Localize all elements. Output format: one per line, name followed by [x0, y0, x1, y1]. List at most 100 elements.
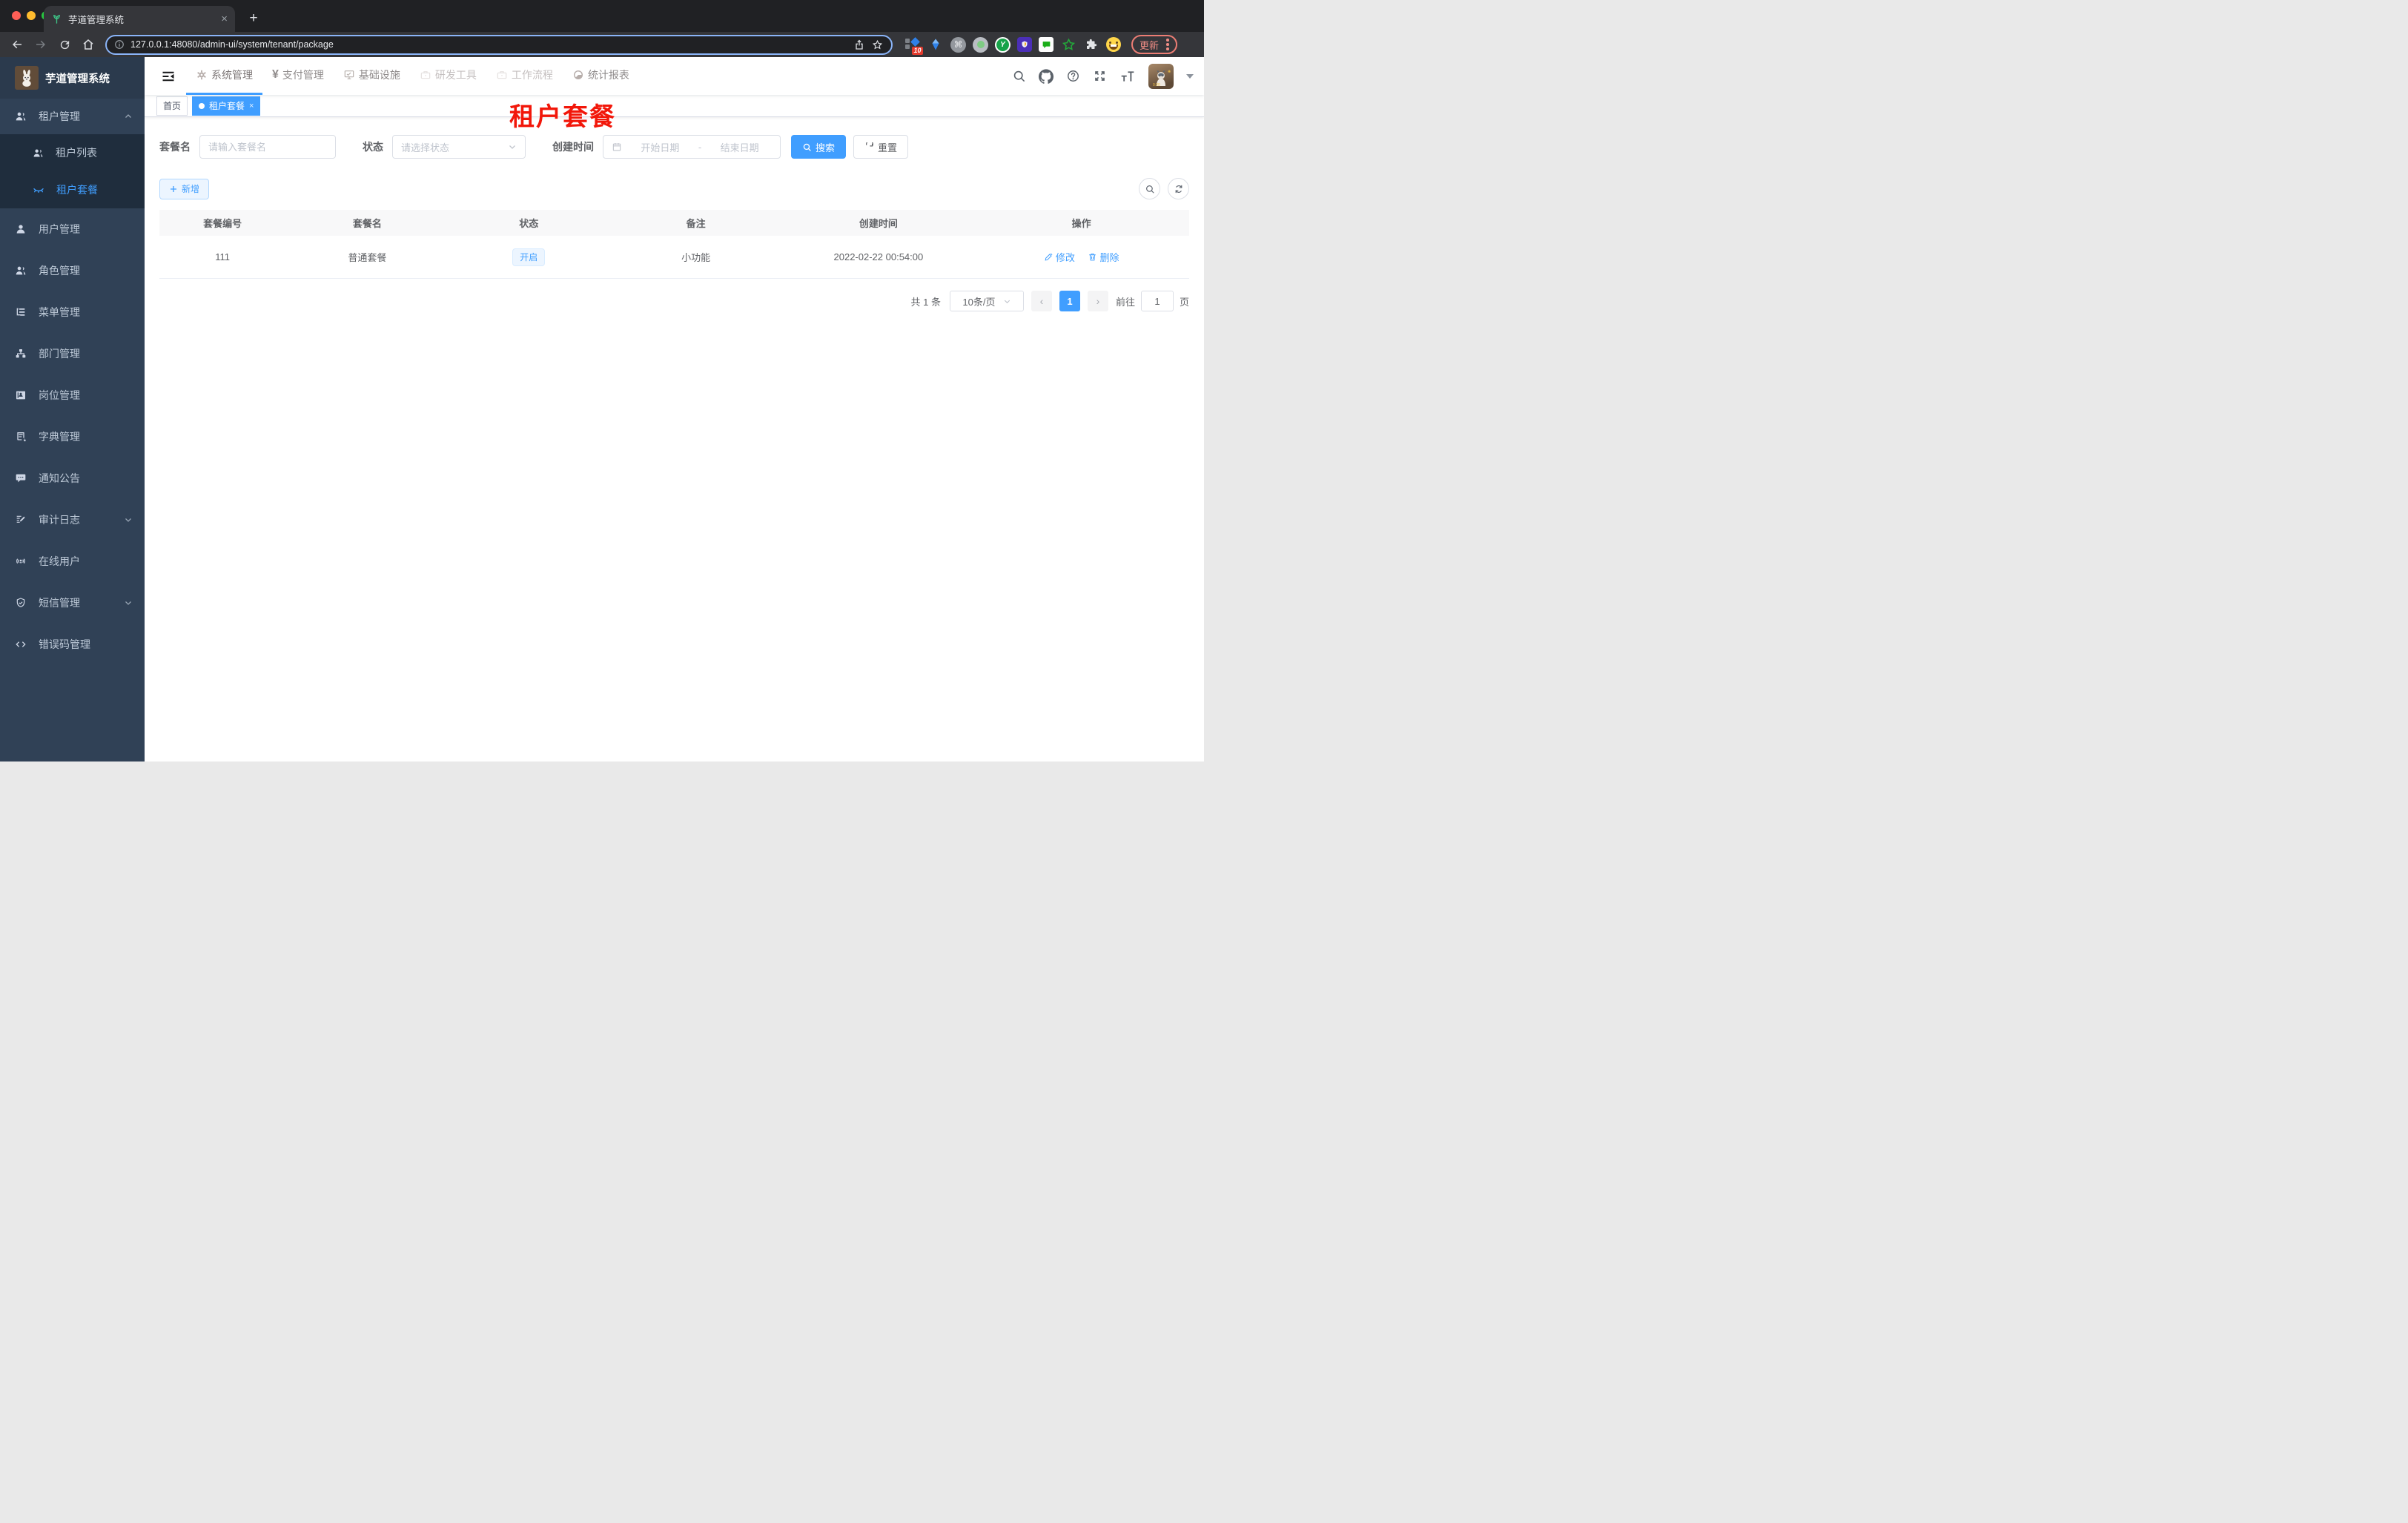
sidebar-item-role-management[interactable]: 角色管理	[0, 250, 145, 291]
extensions-row: 10 ⌘ Y	[904, 36, 1121, 55]
current-page-button[interactable]: 1	[1059, 291, 1080, 311]
forward-button[interactable]	[31, 35, 50, 54]
extension-shield-icon[interactable]	[1017, 37, 1032, 52]
search-button[interactable]: 搜索	[791, 135, 847, 159]
date-end-placeholder: 结束日期	[720, 142, 759, 153]
sidebar-item-sms-management[interactable]: 短信管理	[0, 582, 145, 624]
sidebar-item-audit-log[interactable]: 审计日志	[0, 499, 145, 541]
font-size-button[interactable]	[1119, 69, 1136, 84]
sidebar-item-menu-management[interactable]: 菜单管理	[0, 291, 145, 333]
sidebar-item-dept-management[interactable]: 部门管理	[0, 333, 145, 374]
sidebar-item-dict-management[interactable]: 字典管理	[0, 416, 145, 457]
tag-home[interactable]: 首页	[156, 96, 188, 116]
back-arrow-icon	[13, 40, 22, 49]
topnav-item-infrastructure[interactable]: 基础设施	[334, 57, 410, 95]
topnav-item-payment[interactable]: ¥ 支付管理	[262, 57, 334, 95]
toggle-search-button[interactable]	[1139, 178, 1160, 199]
user-avatar[interactable]: ❋ 0:20	[1148, 63, 1174, 89]
topnav-item-reports[interactable]: 统计报表	[563, 57, 639, 95]
extension-tiles-icon[interactable]: 10	[904, 36, 923, 55]
cell-remark: 小功能	[681, 252, 711, 263]
pencil-icon	[1045, 253, 1053, 261]
add-button[interactable]: 新增	[159, 178, 210, 199]
tenant-package-icon	[33, 188, 44, 193]
extension-emoji-icon[interactable]	[1106, 37, 1121, 52]
topnav-item-dev-tools[interactable]: 研发工具	[410, 57, 486, 95]
reset-button[interactable]: 重置	[853, 135, 909, 159]
delete-link[interactable]: 删除	[1088, 250, 1119, 264]
url-bar[interactable]: 127.0.0.1:48080/admin-ui/system/tenant/p…	[105, 34, 893, 55]
column-header-status: 状态	[519, 218, 539, 229]
sidebar-item-post-management[interactable]: 岗位管理	[0, 374, 145, 416]
page-size-select[interactable]: 10条/页	[949, 291, 1024, 311]
browser-tab[interactable]: 芋道管理系统 ×	[44, 6, 235, 32]
extension-chat-icon[interactable]	[1039, 37, 1054, 52]
org-tree-icon	[16, 349, 26, 358]
extension-gem-icon[interactable]	[927, 36, 944, 53]
sidebar-item-tenant-list[interactable]: 租户列表	[0, 134, 145, 171]
prev-page-button[interactable]: ‹	[1031, 291, 1052, 311]
extensions-puzzle-icon[interactable]	[1083, 36, 1099, 53]
pagination-goto: 前往 页	[1116, 291, 1189, 311]
status-select[interactable]: 请选择状态	[392, 135, 526, 159]
browser-tabstrip: 芋道管理系统 × +	[0, 0, 1204, 32]
yen-icon: ¥	[272, 68, 279, 81]
top-navbar: 系统管理 ¥ 支付管理 基础设施 研发工具 工作流程 统计报表 ❋ 0:20	[145, 57, 1204, 95]
eye-shape	[1116, 42, 1118, 44]
extension-y-icon[interactable]: Y	[995, 36, 1010, 53]
fullscreen-button[interactable]	[1093, 69, 1107, 83]
sidebar-item-error-code-management[interactable]: 错误码管理	[0, 624, 145, 665]
calendar-icon	[612, 143, 621, 151]
tab-title: 芋道管理系统	[68, 15, 125, 25]
edit-link[interactable]: 修改	[1044, 250, 1075, 264]
refresh-table-button[interactable]	[1168, 178, 1189, 199]
github-button[interactable]	[1039, 68, 1054, 84]
close-window-button[interactable]	[12, 11, 21, 20]
home-button[interactable]	[79, 35, 98, 54]
new-tab-button[interactable]: +	[245, 10, 262, 27]
back-button[interactable]	[7, 35, 27, 54]
date-range-picker[interactable]: 开始日期 - 结束日期	[603, 135, 781, 159]
topnav-label: 研发工具	[434, 69, 477, 81]
main-area: 系统管理 ¥ 支付管理 基础设施 研发工具 工作流程 统计报表 ❋ 0:20 首…	[145, 57, 1204, 762]
plus-icon	[171, 185, 176, 192]
tile-shape	[905, 44, 910, 49]
extension-command-icon[interactable]: ⌘	[950, 36, 966, 53]
bookmark-star-icon[interactable]	[871, 39, 884, 51]
sidebar-item-label: 租户列表	[56, 147, 97, 159]
app-logo[interactable]: 芋道管理系统	[0, 57, 145, 99]
browser-update-menu-button[interactable]: 更新	[1131, 35, 1177, 54]
package-name-input[interactable]	[208, 141, 327, 153]
sidebar-fold-toggle[interactable]	[155, 57, 182, 95]
tag-tenant-package[interactable]: 租户套餐 ×	[192, 96, 261, 116]
tab-close-icon[interactable]: ×	[221, 13, 228, 24]
share-icon[interactable]	[853, 39, 865, 50]
global-search-button[interactable]	[1012, 69, 1026, 83]
topnav-item-workflow[interactable]: 工作流程	[486, 57, 563, 95]
dashboard-icon	[573, 70, 583, 79]
topnav-item-system[interactable]: 系统管理	[186, 57, 262, 95]
extension-star-icon[interactable]	[1060, 36, 1076, 53]
next-page-button[interactable]: ›	[1087, 291, 1108, 311]
sidebar-item-online-users[interactable]: 在线用户	[0, 541, 145, 582]
avatar-caret-down-icon[interactable]	[1186, 73, 1194, 79]
tenant-submenu: 租户列表 租户套餐	[0, 134, 145, 208]
sidebar-item-user-management[interactable]: 用户管理	[0, 208, 145, 250]
sidebar-item-label: 租户套餐	[56, 184, 98, 196]
site-info-icon[interactable]	[114, 39, 125, 50]
svg-text:❋: ❋	[1168, 70, 1171, 74]
forward-arrow-icon	[36, 40, 45, 49]
sidebar-item-tenant-management[interactable]: 租户管理	[0, 99, 145, 134]
extension-green-dot-icon[interactable]	[973, 36, 988, 53]
reload-button[interactable]	[55, 35, 74, 54]
tag-close-icon[interactable]: ×	[249, 102, 254, 110]
topnav-label: 统计报表	[587, 69, 629, 81]
help-button[interactable]	[1066, 69, 1080, 83]
rabbit-shape	[22, 70, 31, 87]
sidebar-item-notice-management[interactable]: 通知公告	[0, 457, 145, 499]
sidebar-item-tenant-package[interactable]: 租户套餐	[0, 171, 145, 208]
message-icon	[16, 474, 26, 483]
cell-actions: 修改 删除	[973, 250, 1189, 264]
minimize-window-button[interactable]	[27, 11, 36, 20]
goto-page-input[interactable]	[1140, 291, 1174, 311]
